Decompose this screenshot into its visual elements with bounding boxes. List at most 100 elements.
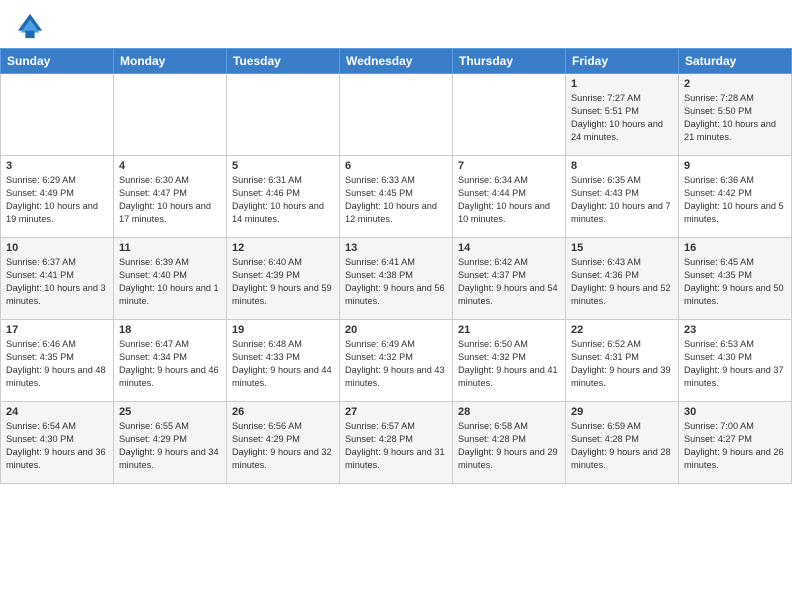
- calendar-cell: 17Sunrise: 6:46 AM Sunset: 4:35 PM Dayli…: [1, 320, 114, 402]
- calendar-week-row: 3 Sunrise: 6:29 AM Sunset: 4:49 PM Daylig…: [1, 156, 792, 238]
- calendar-cell: 24 Sunrise: 6:54 AM Sunset: 4:30 PM Dayli…: [1, 402, 114, 484]
- calendar-cell: 30Sunrise: 7:00 AM Sunset: 4:27 PM Dayli…: [679, 402, 792, 484]
- calendar-cell: 3 Sunrise: 6:29 AM Sunset: 4:49 PM Daylig…: [1, 156, 114, 238]
- day-info: Sunrise: 6:30 AM Sunset: 4:47 PM Dayligh…: [119, 174, 221, 226]
- calendar-cell: 28 Sunrise: 6:58 AM Sunset: 4:28 PM Dayli…: [453, 402, 566, 484]
- calendar-cell: 23Sunrise: 6:53 AM Sunset: 4:30 PM Dayli…: [679, 320, 792, 402]
- calendar-cell: 5 Sunrise: 6:31 AM Sunset: 4:46 PM Daylig…: [227, 156, 340, 238]
- day-number: 6: [345, 160, 447, 172]
- calendar-cell: 7 Sunrise: 6:34 AM Sunset: 4:44 PM Daylig…: [453, 156, 566, 238]
- calendar-cell: 21 Sunrise: 6:50 AM Sunset: 4:32 PM Dayli…: [453, 320, 566, 402]
- calendar-cell: 27Sunrise: 6:57 AM Sunset: 4:28 PM Dayli…: [340, 402, 453, 484]
- calendar-cell: 11 Sunrise: 6:39 AM Sunset: 4:40 PM Dayli…: [114, 238, 227, 320]
- calendar-cell: [1, 74, 114, 156]
- calendar-cell: 6 Sunrise: 6:33 AM Sunset: 4:45 PM Daylig…: [340, 156, 453, 238]
- day-info: Sunrise: 6:34 AM Sunset: 4:44 PM Dayligh…: [458, 174, 560, 226]
- calendar-cell: 2 Sunrise: 7:28 AM Sunset: 5:50 PM Daylig…: [679, 74, 792, 156]
- day-number: 23: [684, 324, 786, 336]
- day-number: 29: [571, 406, 673, 418]
- day-number: 10: [6, 242, 108, 254]
- calendar-cell: 19 Sunrise: 6:48 AM Sunset: 4:33 PM Dayli…: [227, 320, 340, 402]
- calendar-cell: [340, 74, 453, 156]
- day-number: 8: [571, 160, 673, 172]
- day-info: Sunrise: 6:47 AM Sunset: 4:34 PM Dayligh…: [119, 338, 221, 390]
- day-info: Sunrise: 6:46 AM Sunset: 4:35 PM Dayligh…: [6, 338, 108, 390]
- day-info: Sunrise: 6:54 AM Sunset: 4:30 PM Dayligh…: [6, 420, 108, 472]
- day-info: Sunrise: 6:50 AM Sunset: 4:32 PM Dayligh…: [458, 338, 560, 390]
- calendar-cell: 1 Sunrise: 7:27 AM Sunset: 5:51 PM Daylig…: [566, 74, 679, 156]
- calendar-cell: 18 Sunrise: 6:47 AM Sunset: 4:34 PM Dayli…: [114, 320, 227, 402]
- logo: [16, 12, 48, 40]
- day-number: 28: [458, 406, 560, 418]
- weekday-header-cell: Saturday: [679, 49, 792, 74]
- page-header: [0, 0, 792, 48]
- day-number: 22: [571, 324, 673, 336]
- day-info: Sunrise: 6:40 AM Sunset: 4:39 PM Dayligh…: [232, 256, 334, 308]
- calendar-cell: 29 Sunrise: 6:59 AM Sunset: 4:28 PM Dayli…: [566, 402, 679, 484]
- day-info: Sunrise: 6:43 AM Sunset: 4:36 PM Dayligh…: [571, 256, 673, 308]
- calendar-cell: [227, 74, 340, 156]
- weekday-header-cell: Thursday: [453, 49, 566, 74]
- calendar-cell: 12 Sunrise: 6:40 AM Sunset: 4:39 PM Dayli…: [227, 238, 340, 320]
- calendar-cell: 26 Sunrise: 6:56 AM Sunset: 4:29 PM Dayli…: [227, 402, 340, 484]
- day-number: 18: [119, 324, 221, 336]
- day-number: 30: [684, 406, 786, 418]
- day-number: 16: [684, 242, 786, 254]
- day-number: 12: [232, 242, 334, 254]
- day-info: Sunrise: 6:29 AM Sunset: 4:49 PM Dayligh…: [6, 174, 108, 226]
- calendar-week-row: 10 Sunrise: 6:37 AM Sunset: 4:41 PM Dayli…: [1, 238, 792, 320]
- day-info: Sunrise: 6:37 AM Sunset: 4:41 PM Dayligh…: [6, 256, 108, 308]
- calendar-cell: 16Sunrise: 6:45 AM Sunset: 4:35 PM Dayli…: [679, 238, 792, 320]
- day-number: 26: [232, 406, 334, 418]
- day-number: 1: [571, 78, 673, 90]
- day-info: Sunrise: 7:27 AM Sunset: 5:51 PM Dayligh…: [571, 92, 673, 144]
- day-number: 21: [458, 324, 560, 336]
- day-number: 27: [345, 406, 447, 418]
- day-number: 15: [571, 242, 673, 254]
- calendar-cell: [453, 74, 566, 156]
- calendar-cell: 9 Sunrise: 6:36 AM Sunset: 4:42 PM Daylig…: [679, 156, 792, 238]
- weekday-header-cell: Friday: [566, 49, 679, 74]
- calendar-cell: 14 Sunrise: 6:42 AM Sunset: 4:37 PM Dayli…: [453, 238, 566, 320]
- day-number: 3: [6, 160, 108, 172]
- weekday-header-cell: Sunday: [1, 49, 114, 74]
- day-info: Sunrise: 6:56 AM Sunset: 4:29 PM Dayligh…: [232, 420, 334, 472]
- calendar-cell: 8Sunrise: 6:35 AM Sunset: 4:43 PM Daylig…: [566, 156, 679, 238]
- day-number: 19: [232, 324, 334, 336]
- day-number: 14: [458, 242, 560, 254]
- calendar-table: SundayMondayTuesdayWednesdayThursdayFrid…: [0, 48, 792, 484]
- day-info: Sunrise: 6:36 AM Sunset: 4:42 PM Dayligh…: [684, 174, 786, 226]
- weekday-header-cell: Tuesday: [227, 49, 340, 74]
- calendar-cell: 20Sunrise: 6:49 AM Sunset: 4:32 PM Dayli…: [340, 320, 453, 402]
- day-number: 24: [6, 406, 108, 418]
- day-info: Sunrise: 7:28 AM Sunset: 5:50 PM Dayligh…: [684, 92, 786, 144]
- calendar-cell: 15 Sunrise: 6:43 AM Sunset: 4:36 PM Dayli…: [566, 238, 679, 320]
- day-info: Sunrise: 6:59 AM Sunset: 4:28 PM Dayligh…: [571, 420, 673, 472]
- day-info: Sunrise: 6:39 AM Sunset: 4:40 PM Dayligh…: [119, 256, 221, 308]
- calendar-cell: 22Sunrise: 6:52 AM Sunset: 4:31 PM Dayli…: [566, 320, 679, 402]
- calendar-week-row: 24 Sunrise: 6:54 AM Sunset: 4:30 PM Dayli…: [1, 402, 792, 484]
- weekday-header-cell: Monday: [114, 49, 227, 74]
- day-info: Sunrise: 6:58 AM Sunset: 4:28 PM Dayligh…: [458, 420, 560, 472]
- day-number: 25: [119, 406, 221, 418]
- day-info: Sunrise: 6:48 AM Sunset: 4:33 PM Dayligh…: [232, 338, 334, 390]
- day-info: Sunrise: 6:33 AM Sunset: 4:45 PM Dayligh…: [345, 174, 447, 226]
- calendar-body: 1 Sunrise: 7:27 AM Sunset: 5:51 PM Daylig…: [1, 74, 792, 484]
- weekday-header-row: SundayMondayTuesdayWednesdayThursdayFrid…: [1, 49, 792, 74]
- day-number: 9: [684, 160, 786, 172]
- day-number: 2: [684, 78, 786, 90]
- day-info: Sunrise: 6:31 AM Sunset: 4:46 PM Dayligh…: [232, 174, 334, 226]
- calendar-week-row: 17Sunrise: 6:46 AM Sunset: 4:35 PM Dayli…: [1, 320, 792, 402]
- day-info: Sunrise: 6:42 AM Sunset: 4:37 PM Dayligh…: [458, 256, 560, 308]
- logo-icon: [16, 12, 44, 40]
- calendar-cell: 25Sunrise: 6:55 AM Sunset: 4:29 PM Dayli…: [114, 402, 227, 484]
- calendar-cell: 13 Sunrise: 6:41 AM Sunset: 4:38 PM Dayli…: [340, 238, 453, 320]
- calendar-week-row: 1 Sunrise: 7:27 AM Sunset: 5:51 PM Daylig…: [1, 74, 792, 156]
- day-number: 7: [458, 160, 560, 172]
- day-number: 5: [232, 160, 334, 172]
- calendar-cell: 4Sunrise: 6:30 AM Sunset: 4:47 PM Daylig…: [114, 156, 227, 238]
- day-info: Sunrise: 6:41 AM Sunset: 4:38 PM Dayligh…: [345, 256, 447, 308]
- day-number: 13: [345, 242, 447, 254]
- day-number: 11: [119, 242, 221, 254]
- day-number: 20: [345, 324, 447, 336]
